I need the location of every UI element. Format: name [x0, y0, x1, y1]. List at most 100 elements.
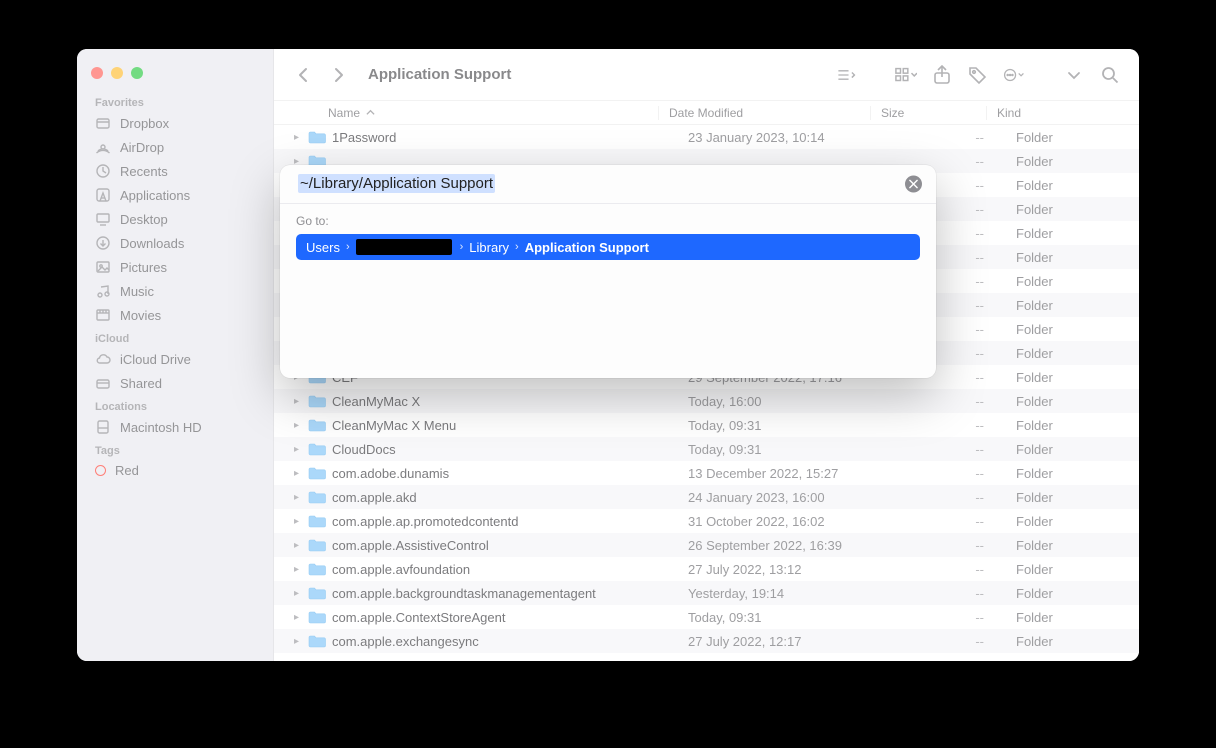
file-row[interactable]: ▸com.apple.akd24 January 2023, 16:00--Fo… [274, 485, 1139, 509]
disclosure-triangle-icon[interactable]: ▸ [294, 420, 306, 431]
sidebar-item-label: AirDrop [120, 140, 164, 155]
file-kind: Folder [1006, 610, 1139, 625]
file-size: -- [890, 466, 1006, 481]
airdrop-icon [95, 139, 111, 155]
sidebar-item[interactable]: Movies [77, 303, 273, 327]
column-kind[interactable]: Kind [986, 106, 1139, 120]
column-name[interactable]: Name [328, 106, 658, 120]
file-row[interactable]: ▸com.apple.ap.promotedcontentd31 October… [274, 509, 1139, 533]
file-size: -- [890, 586, 1006, 601]
file-row[interactable]: ▸CloudDocsToday, 09:31--Folder [274, 437, 1139, 461]
file-row[interactable]: ▸com.apple.exchangesync27 July 2022, 12:… [274, 629, 1139, 653]
window-title: Application Support [368, 66, 511, 83]
zoom-window-button[interactable] [131, 67, 143, 79]
sidebar-item-label: Movies [120, 308, 161, 323]
file-kind: Folder [1006, 466, 1139, 481]
disclosure-triangle-icon[interactable]: ▸ [294, 612, 306, 623]
disclosure-triangle-icon[interactable]: ▸ [294, 468, 306, 479]
disclosure-triangle-icon[interactable]: ▸ [294, 540, 306, 551]
sidebar-item-label: Recents [120, 164, 168, 179]
file-name: com.apple.AssistiveControl [332, 538, 678, 553]
go-to-folder-dialog: ~/Library/Application Support Go to: Use… [280, 165, 936, 378]
sidebar-item[interactable]: AirDrop [77, 135, 273, 159]
tags-button[interactable] [967, 64, 989, 86]
sidebar-item[interactable]: Macintosh HD [77, 415, 273, 439]
sidebar-item[interactable]: Dropbox [77, 111, 273, 135]
file-row[interactable]: ▸ com.adobe.dunamis13 December 2022, 15:2… [274, 461, 1139, 485]
file-kind: Folder [1006, 370, 1139, 385]
file-size: -- [890, 394, 1006, 409]
group-button[interactable] [895, 64, 917, 86]
sidebar-item[interactable]: iCloud Drive [77, 347, 273, 371]
cloud-icon [95, 351, 111, 367]
disclosure-triangle-icon[interactable]: ▸ [294, 636, 306, 647]
sidebar-heading: Favorites [77, 91, 273, 111]
sidebar-item-label: Dropbox [120, 116, 169, 131]
file-row[interactable]: ▸ com.apple.AssistiveControl26 September … [274, 533, 1139, 557]
path-suggestion[interactable]: Users › › Library › Application Support [296, 234, 920, 260]
file-size: -- [890, 634, 1006, 649]
file-kind: Folder [1006, 154, 1139, 169]
file-date: 26 September 2022, 16:39 [678, 538, 890, 553]
clock-icon [95, 163, 111, 179]
actions-menu-button[interactable] [1003, 64, 1025, 86]
file-date: 24 January 2023, 16:00 [678, 490, 890, 505]
file-row[interactable]: ▸com.apple.backgroundtaskmanagementagent… [274, 581, 1139, 605]
file-kind: Folder [1006, 274, 1139, 289]
share-button[interactable] [931, 64, 953, 86]
view-list-button[interactable] [835, 64, 857, 86]
sidebar-item[interactable]: Downloads [77, 231, 273, 255]
file-row[interactable]: ▸com.apple.avfoundation27 July 2022, 13:… [274, 557, 1139, 581]
forward-button[interactable] [328, 64, 350, 86]
file-kind: Folder [1006, 586, 1139, 601]
chevron-right-icon: › [460, 241, 464, 253]
minimize-window-button[interactable] [111, 67, 123, 79]
disclosure-triangle-icon[interactable]: ▸ [294, 588, 306, 599]
sidebar-item[interactable]: Applications [77, 183, 273, 207]
sidebar-item[interactable]: Recents [77, 159, 273, 183]
file-date: 13 December 2022, 15:27 [678, 466, 890, 481]
file-row[interactable]: ▸com.apple.ContextStoreAgentToday, 09:31… [274, 605, 1139, 629]
file-size: -- [890, 562, 1006, 577]
sidebar-item[interactable]: Music [77, 279, 273, 303]
shared-icon [95, 375, 111, 391]
apps-icon [95, 187, 111, 203]
file-date: Today, 09:31 [678, 442, 890, 457]
disclosure-triangle-icon[interactable]: ▸ [294, 396, 306, 407]
file-name: com.adobe.dunamis [332, 466, 678, 481]
toolbar-overflow-button[interactable] [1063, 64, 1085, 86]
file-row[interactable]: ▸CleanMyMac X MenuToday, 09:31--Folder [274, 413, 1139, 437]
sidebar-item[interactable]: Pictures [77, 255, 273, 279]
file-kind: Folder [1006, 442, 1139, 457]
file-date: 31 October 2022, 16:02 [678, 514, 890, 529]
disclosure-triangle-icon[interactable]: ▸ [294, 492, 306, 503]
sidebar-item-label: iCloud Drive [120, 352, 191, 367]
disclosure-triangle-icon[interactable]: ▸ [294, 516, 306, 527]
file-name: com.apple.avfoundation [332, 562, 678, 577]
back-button[interactable] [292, 64, 314, 86]
sidebar-item[interactable]: Desktop [77, 207, 273, 231]
file-date: Today, 09:31 [678, 418, 890, 433]
clear-input-button[interactable] [905, 176, 922, 193]
file-row[interactable]: ▸CleanMyMac XToday, 16:00--Folder [274, 389, 1139, 413]
file-name: com.apple.akd [332, 490, 678, 505]
column-size[interactable]: Size [870, 106, 986, 120]
disclosure-triangle-icon[interactable]: ▸ [294, 444, 306, 455]
close-window-button[interactable] [91, 67, 103, 79]
file-row[interactable]: ▸1Password23 January 2023, 10:14--Folder [274, 125, 1139, 149]
sidebar-item-label: Desktop [120, 212, 168, 227]
column-date-modified[interactable]: Date Modified [658, 106, 870, 120]
pictures-icon [95, 259, 111, 275]
path-input-text: ~/Library/Application Support [298, 174, 495, 193]
sidebar-item[interactable]: Shared [77, 371, 273, 395]
search-button[interactable] [1099, 64, 1121, 86]
sidebar-tag[interactable]: Red [77, 459, 273, 482]
go-to-path-input[interactable]: ~/Library/Application Support [280, 165, 936, 204]
tag-red-icon [95, 465, 106, 476]
file-size: -- [890, 418, 1006, 433]
disclosure-triangle-icon[interactable]: ▸ [294, 132, 306, 143]
file-kind: Folder [1006, 490, 1139, 505]
disclosure-triangle-icon[interactable]: ▸ [294, 564, 306, 575]
toolbar: Application Support [274, 49, 1139, 101]
file-name: CleanMyMac X [332, 394, 678, 409]
